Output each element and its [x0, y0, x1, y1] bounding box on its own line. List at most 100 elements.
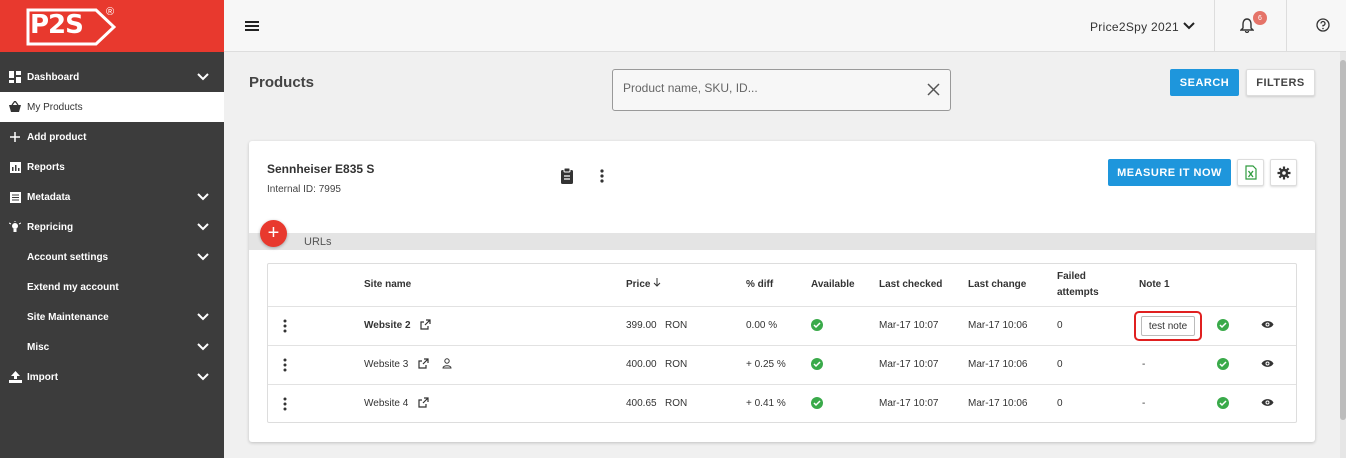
product-internal-id: Internal ID: 7995 — [267, 184, 341, 195]
filters-button[interactable]: FILTERS — [1246, 69, 1315, 96]
add-url-button[interactable]: + — [260, 220, 287, 247]
price-currency: RON — [665, 320, 688, 331]
sidebar-item-site-maintenance[interactable]: Site Maintenance — [0, 302, 224, 332]
clipboard-icon[interactable] — [560, 168, 574, 184]
divider — [1286, 0, 1287, 52]
available-check-icon — [811, 319, 823, 331]
price-value: 400.65 — [626, 398, 657, 409]
search-button[interactable]: SEARCH — [1170, 69, 1239, 96]
note-value[interactable]: - — [1142, 359, 1145, 370]
eye-icon[interactable] — [1261, 359, 1274, 368]
eye-icon[interactable] — [1261, 398, 1274, 407]
chevron-down-icon[interactable] — [196, 340, 210, 354]
logo-text: P2S — [30, 10, 84, 40]
gear-icon — [1277, 166, 1290, 179]
site-name-link[interactable]: Website 4 — [364, 398, 408, 409]
column-header-last-checked[interactable]: Last checked — [879, 279, 942, 290]
percent-diff: + 0.25 % — [746, 359, 786, 370]
last-checked: Mar-17 10:07 — [879, 320, 939, 331]
sidebar-item-my-products[interactable]: My Products — [0, 92, 224, 122]
price-currency: RON — [665, 398, 688, 409]
dashboard-icon — [8, 70, 22, 84]
note-value[interactable]: - — [1142, 398, 1145, 409]
sidebar-item-label: Metadata — [27, 191, 71, 203]
account-switcher-label[interactable]: Price2Spy 2021 — [1090, 20, 1179, 34]
sidebar-item-extend-account[interactable]: Extend my account — [0, 272, 224, 302]
chevron-down-icon[interactable] — [196, 250, 210, 264]
sidebar-item-label: Dashboard — [27, 71, 80, 83]
sidebar-item-misc[interactable]: Misc — [0, 332, 224, 362]
sidebar-item-account-settings[interactable]: Account settings — [0, 242, 224, 272]
person-icon — [442, 358, 452, 369]
sidebar-item-repricing[interactable]: Repricing — [0, 212, 224, 242]
available-check-icon — [811, 397, 823, 409]
product-name[interactable]: Sennheiser E835 S — [267, 162, 374, 176]
sidebar-item-label: My Products — [27, 101, 83, 113]
help-icon[interactable] — [1316, 18, 1330, 32]
registered-mark: ® — [106, 6, 115, 18]
failed-attempts: 0 — [1057, 398, 1063, 409]
hamburger-menu-icon[interactable] — [245, 19, 259, 33]
topbar: Price2Spy 2021 6 — [224, 0, 1346, 52]
column-header-failed-line2: attempts — [1057, 287, 1099, 298]
search-box[interactable] — [612, 69, 951, 111]
export-excel-button[interactable] — [1237, 159, 1264, 186]
sidebar-item-label: Import — [27, 371, 59, 383]
site-name-link[interactable]: Website 2 — [364, 320, 411, 331]
product-card: Sennheiser E835 S Internal ID: 7995 MEAS… — [249, 141, 1315, 442]
price-value: 400.00 — [626, 359, 657, 370]
close-icon[interactable] — [927, 83, 940, 96]
status-check-icon — [1217, 319, 1229, 331]
eye-icon[interactable] — [1261, 320, 1274, 329]
percent-diff: 0.00 % — [746, 320, 778, 331]
chevron-down-icon[interactable] — [196, 220, 210, 234]
more-vertical-icon[interactable] — [282, 319, 288, 333]
column-header-available[interactable]: Available — [811, 279, 855, 290]
sidebar-item-metadata[interactable]: Metadata — [0, 182, 224, 212]
external-link-icon[interactable] — [420, 319, 431, 330]
bell-icon[interactable] — [1240, 18, 1254, 33]
column-header-note[interactable]: Note 1 — [1139, 279, 1170, 290]
sidebar-item-add-product[interactable]: Add product — [0, 122, 224, 152]
column-header-failed[interactable]: Failed — [1057, 271, 1086, 282]
note-value[interactable]: test note — [1141, 316, 1195, 336]
external-link-icon[interactable] — [418, 397, 429, 408]
chevron-down-icon[interactable] — [1182, 19, 1196, 33]
failed-attempts: 0 — [1057, 320, 1063, 331]
external-link-icon[interactable] — [418, 358, 429, 369]
sidebar-item-dashboard[interactable]: Dashboard — [0, 62, 224, 92]
price-currency: RON — [665, 359, 688, 370]
search-input[interactable] — [623, 81, 903, 95]
sidebar-item-label: Reports — [27, 161, 65, 173]
sidebar-item-import[interactable]: Import — [0, 362, 224, 392]
measure-it-now-button[interactable]: MEASURE IT NOW — [1108, 159, 1231, 186]
excel-icon — [1244, 165, 1257, 180]
column-header-last-change[interactable]: Last change — [968, 279, 1026, 290]
list-icon — [8, 190, 22, 204]
page-title: Products — [249, 74, 315, 91]
sidebar-item-label: Extend my account — [27, 281, 119, 293]
chevron-down-icon[interactable] — [196, 370, 210, 384]
column-header-label: Price — [626, 279, 651, 290]
sidebar-item-reports[interactable]: Reports — [0, 152, 224, 182]
last-change: Mar-17 10:06 — [968, 359, 1028, 370]
more-vertical-icon[interactable] — [282, 358, 288, 372]
price-value: 399.00 — [626, 320, 657, 331]
column-header-price[interactable]: Price — [626, 278, 661, 290]
table-row: Website 4 400.65 RON + 0.41 % Mar-17 10:… — [268, 384, 1296, 423]
sidebar-item-label: Misc — [27, 341, 50, 353]
scrollbar-thumb[interactable] — [1340, 60, 1346, 420]
chevron-down-icon[interactable] — [196, 310, 210, 324]
more-vertical-icon[interactable] — [282, 397, 288, 411]
status-check-icon — [1217, 358, 1229, 370]
chevron-down-icon[interactable] — [196, 70, 210, 84]
site-name-link[interactable]: Website 3 — [364, 359, 408, 370]
table-row: Website 2 399.00 RON 0.00 % Mar-17 10:07… — [268, 306, 1296, 345]
arrow-down-icon — [653, 278, 661, 287]
urls-section-bar: URLs — [249, 233, 1315, 250]
more-vertical-icon[interactable] — [599, 168, 605, 184]
settings-button[interactable] — [1270, 159, 1297, 186]
column-header-site-name[interactable]: Site name — [364, 279, 411, 290]
chevron-down-icon[interactable] — [196, 190, 210, 204]
column-header-diff[interactable]: % diff — [746, 279, 773, 290]
